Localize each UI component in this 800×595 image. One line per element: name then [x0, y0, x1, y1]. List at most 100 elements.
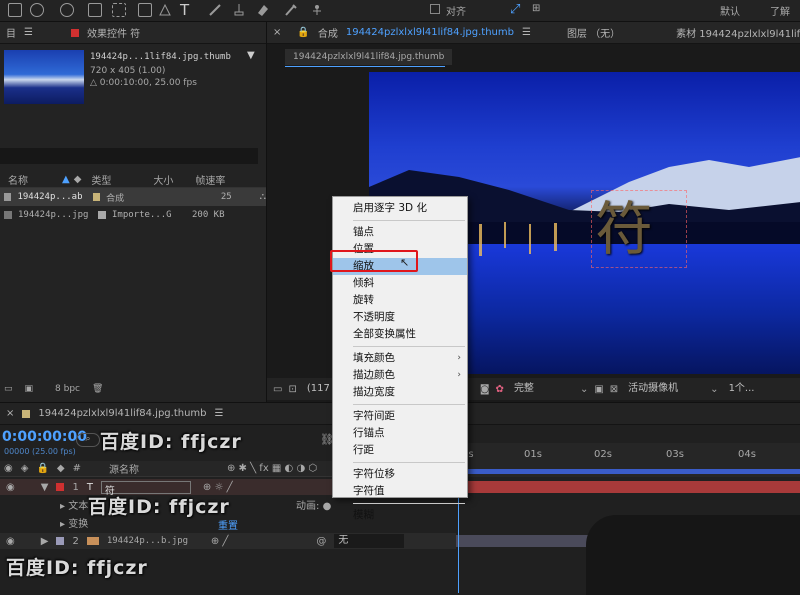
trash-icon[interactable]: 🗑 [92, 384, 103, 394]
menu-item[interactable]: 字符间距 [333, 408, 467, 425]
timecode[interactable]: 0:00:00:00 [2, 429, 87, 445]
close-icon[interactable]: × [273, 27, 281, 38]
text-bounding-box[interactable] [591, 190, 687, 268]
close-icon[interactable]: × [6, 408, 14, 419]
workspace-learn[interactable]: 了解 [770, 3, 790, 18]
eraser-tool-icon[interactable] [256, 3, 270, 17]
menu-item[interactable]: 行距 [333, 442, 467, 459]
color-wheel-icon[interactable]: ✿ [496, 384, 504, 395]
camera-snapshot-icon[interactable]: ◙ [480, 384, 490, 395]
camera-dropdown[interactable]: 活动摄像机 [624, 382, 704, 396]
switches-icon[interactable]: ⊕ ✱ ╲ fx ▦ ◐ ◑ ⬡ [227, 463, 317, 474]
camera-tool-icon[interactable] [88, 3, 102, 17]
project-search-input[interactable] [0, 148, 258, 164]
menu-item[interactable]: 倾斜 [333, 275, 467, 292]
expand-arrow-icon[interactable]: ▼ [41, 482, 49, 493]
menu-item[interactable]: 模糊 [333, 507, 467, 524]
time-ruler[interactable]: 0s 01s 02s 03s 04s [456, 443, 800, 477]
monitor-icon[interactable]: ▭ [273, 384, 282, 395]
list-item[interactable]: 194424p...ab 合成 25 ⛬ [0, 188, 266, 206]
lock-icon[interactable]: 🔒 [297, 27, 309, 38]
parent-pickwhip-icon[interactable]: @ [316, 536, 326, 547]
workspace-default[interactable]: 默认 [720, 3, 740, 18]
visibility-icon[interactable]: ◉ [6, 482, 15, 493]
effects-controls-tab[interactable]: 效果控件 符 [87, 25, 140, 40]
clone-stamp-tool-icon[interactable] [232, 3, 246, 17]
menu-item[interactable]: 字符值 [333, 483, 467, 500]
col-fps[interactable]: 帧速率 [195, 172, 225, 187]
project-tab[interactable]: 目 [6, 25, 16, 40]
comp-tab-label[interactable]: 合成 [318, 25, 338, 40]
col-source-name[interactable]: 源名称 [109, 461, 139, 476]
lock-icon[interactable]: 🔒 [36, 463, 48, 474]
menu-item[interactable]: 旋转 [333, 292, 467, 309]
roto-brush-tool-icon[interactable] [284, 3, 298, 17]
animate-label[interactable]: 动画: ● [296, 497, 331, 512]
col-name[interactable]: 名称 [8, 172, 28, 187]
pen-tool-icon[interactable] [158, 3, 172, 17]
brush-tool-icon[interactable] [208, 3, 222, 17]
thumb-dropdown-icon[interactable]: ▼ [247, 50, 255, 61]
search-icon[interactable]: ⌕ [76, 433, 100, 447]
rotate-tool-icon[interactable] [60, 3, 74, 17]
snap-icon[interactable]: ⤢ [510, 2, 520, 17]
region-icon[interactable]: ▣ [594, 384, 603, 395]
camera-chevron-icon[interactable]: ⌄ [710, 384, 718, 395]
menu-item[interactable]: 行锚点 [333, 425, 467, 442]
menu-item[interactable]: 不透明度 [333, 309, 467, 326]
zoom-dropdown[interactable]: (117 [303, 382, 334, 396]
type-tool-icon[interactable]: T [180, 1, 189, 19]
layer-switches-icon[interactable]: ⊕ ☼ ╱ [203, 482, 233, 493]
menu-item[interactable]: 锚点 [333, 224, 467, 241]
layer-tab[interactable]: 图层 （无） [567, 25, 620, 40]
bpc-label[interactable]: 8 bpc [55, 384, 80, 394]
audio-icon[interactable]: ◈ [21, 463, 29, 474]
panel-menu-icon[interactable]: ☰ [522, 27, 531, 38]
video-toggle-icon[interactable]: ◉ [4, 463, 13, 474]
menu-item[interactable]: 全部变换属性 [333, 326, 467, 343]
col-size[interactable]: 大小 [153, 172, 173, 187]
col-type[interactable]: 类型 [91, 172, 111, 187]
label-color [92, 193, 101, 201]
list-item[interactable]: 194424p...jpg Importe...G 200 KB [0, 206, 266, 224]
comp-tab-name[interactable]: 194424pzlxlxl9l41lif84.jpg.thumb [346, 27, 514, 38]
menu-item[interactable]: 描边宽度 [333, 384, 467, 401]
quality-dropdown[interactable]: 完整 [510, 382, 574, 396]
views-dropdown[interactable]: 1个... [725, 382, 759, 396]
align-checkbox[interactable] [430, 4, 440, 14]
puppet-tool-icon[interactable] [310, 3, 324, 17]
expand-arrow-icon[interactable]: ▶ [41, 536, 49, 547]
panel-menu-icon[interactable]: ☰ [215, 408, 224, 419]
timeline-tab[interactable]: 194424pzlxlxl9l41lif84.jpg.thumb [38, 408, 206, 419]
menu-item[interactable]: 启用逐字 3D 化 [333, 200, 467, 217]
new-comp-icon[interactable]: ▣ [25, 384, 34, 394]
work-area-bar[interactable] [456, 469, 800, 474]
comp-subtab[interactable]: 194424pzlxlxl9l41lif84.jpg.thumb [285, 49, 453, 65]
layer-switches-icon[interactable]: ⊕ ╱ [211, 536, 229, 547]
panel-menu-icon[interactable]: ☰ [24, 27, 33, 38]
menu-item[interactable]: 描边颜色 › [333, 367, 467, 384]
pan-behind-tool-icon[interactable] [112, 3, 126, 17]
project-panel: 目 ☰ 效果控件 符 194424p...1lif84.jpg.thumb ▼ … [0, 22, 266, 402]
visibility-icon[interactable]: ◉ [6, 536, 15, 547]
transparency-icon[interactable]: ⊠ [610, 384, 618, 395]
quality-chevron-icon[interactable]: ⌄ [580, 384, 588, 395]
project-footer: ▭ ▣ 8 bpc 🗑 [4, 384, 103, 394]
table-row[interactable]: ◉ ▶ 2 194424p...b.jpg ⊕ ╱ @ 无 [0, 533, 456, 549]
grid-icon[interactable]: ⊞ [532, 3, 540, 14]
rectangle-tool-icon[interactable] [138, 3, 152, 17]
layer-bar-text[interactable] [456, 481, 800, 493]
menu-item-label: 字符间距 [353, 410, 395, 422]
menu-item[interactable]: 填充颜色 › [333, 350, 467, 367]
footage-tab[interactable]: 素材 194424pzlxlxl9l41lif84.jpg [676, 25, 800, 40]
zoom-tool-icon[interactable] [30, 3, 44, 17]
reset-link[interactable]: 重置 [218, 517, 238, 532]
sub-text-label[interactable]: ▸ 文本 [60, 497, 88, 512]
layer-name[interactable]: 194424p...b.jpg [107, 536, 203, 546]
folder-icon[interactable]: ▭ [4, 384, 13, 394]
hand-tool-icon[interactable] [8, 3, 22, 17]
sub-transform-label[interactable]: ▸ 变换 [60, 515, 88, 530]
snapshot-icon[interactable]: ⊡ [288, 384, 296, 395]
parent-dropdown[interactable]: 无 [334, 534, 405, 548]
menu-item[interactable]: 字符位移 [333, 466, 467, 483]
